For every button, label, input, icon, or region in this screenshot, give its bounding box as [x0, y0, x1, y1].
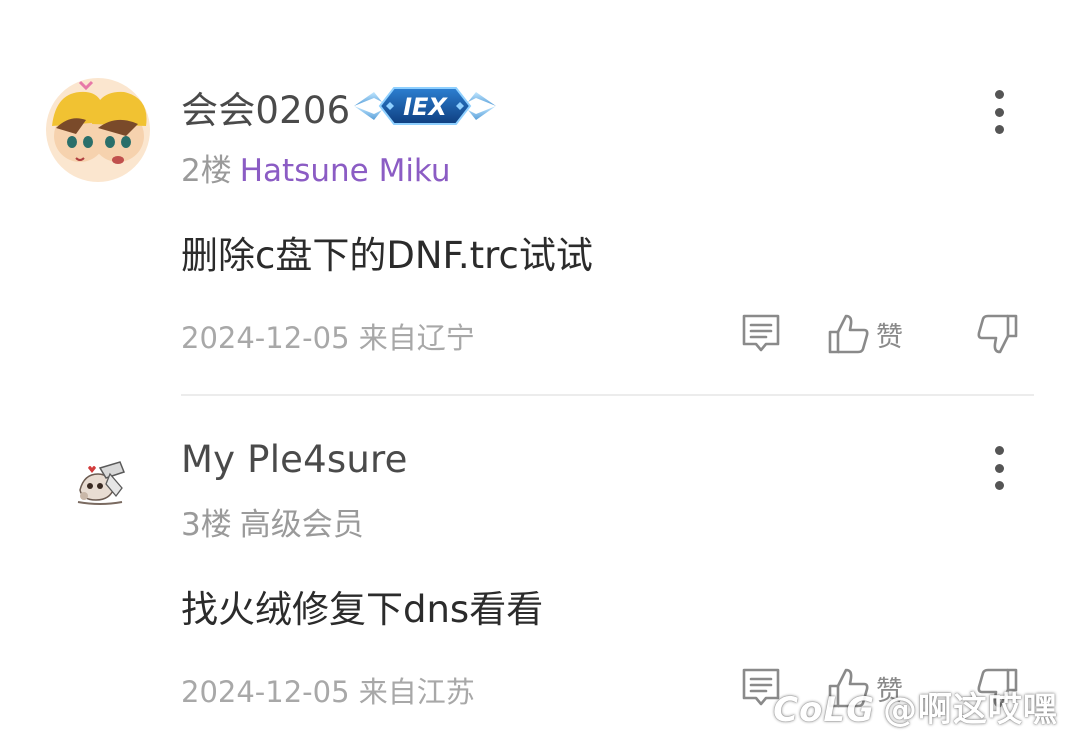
username[interactable]: 会会0206: [181, 80, 350, 134]
reply-button[interactable]: [740, 310, 782, 358]
comment-date: 2024-12-05: [181, 321, 350, 355]
comment-actions: 赞: [740, 310, 1040, 358]
thumbs-down-icon: [977, 314, 1018, 354]
comment-item: 会会0206 IEX 2楼 Hatsune Miku 删除c盘下的DNF.trc…: [0, 0, 1080, 396]
avatar[interactable]: [46, 78, 150, 182]
more-vertical-icon: [994, 446, 1004, 455]
username[interactable]: My Ple4sure: [181, 438, 408, 481]
like-button[interactable]: 赞: [826, 664, 903, 712]
comment-actions: 赞: [740, 664, 1040, 712]
like-button[interactable]: 赞: [826, 310, 903, 358]
level-badge: IEX: [352, 84, 498, 128]
more-options-button[interactable]: [982, 446, 1016, 490]
comment-body: 找火绒修复下dns看看: [181, 588, 544, 631]
reply-comment-icon: [742, 668, 780, 706]
user-meta: 3楼 高级会员: [181, 499, 364, 544]
floor-number: 3楼: [181, 507, 232, 543]
thumbs-down-icon: [977, 668, 1018, 708]
level-badge-icon: IEX: [354, 87, 496, 125]
avatar-sketch-image: [70, 444, 130, 508]
avatar-anime-twins-image: [46, 78, 150, 182]
level-badge-text: IEX: [403, 93, 448, 121]
user-title: Hatsune Miku: [239, 153, 451, 189]
like-label: 赞: [876, 675, 903, 707]
comment-body: 删除c盘下的DNF.trc试试: [181, 234, 593, 277]
comment-meta: 2024-12-05 来自江苏: [181, 669, 475, 711]
comment-location: 来自江苏: [358, 675, 475, 709]
thumbs-up-icon: [828, 668, 869, 708]
more-vertical-icon: [994, 90, 1004, 99]
dislike-button[interactable]: [976, 664, 1020, 712]
comment-thread: 会会0206 IEX 2楼 Hatsune Miku 删除c盘下的DNF.trc…: [0, 0, 1080, 751]
comment-meta: 2024-12-05 来自辽宁: [181, 315, 475, 357]
reply-button[interactable]: [740, 664, 782, 712]
dislike-button[interactable]: [976, 310, 1020, 358]
comment-date: 2024-12-05: [181, 675, 350, 709]
reply-comment-icon: [742, 314, 780, 352]
avatar[interactable]: [70, 444, 130, 508]
user-title: 高级会员: [239, 507, 364, 543]
comment-location: 来自辽宁: [358, 321, 475, 355]
comment-item: My Ple4sure 3楼 高级会员 找火绒修复下dns看看 2024-12-0…: [0, 396, 1080, 751]
more-options-button[interactable]: [982, 90, 1016, 134]
user-meta: 2楼 Hatsune Miku: [181, 145, 451, 190]
floor-number: 2楼: [181, 153, 232, 189]
like-label: 赞: [876, 321, 903, 353]
thumbs-up-icon: [828, 314, 869, 354]
